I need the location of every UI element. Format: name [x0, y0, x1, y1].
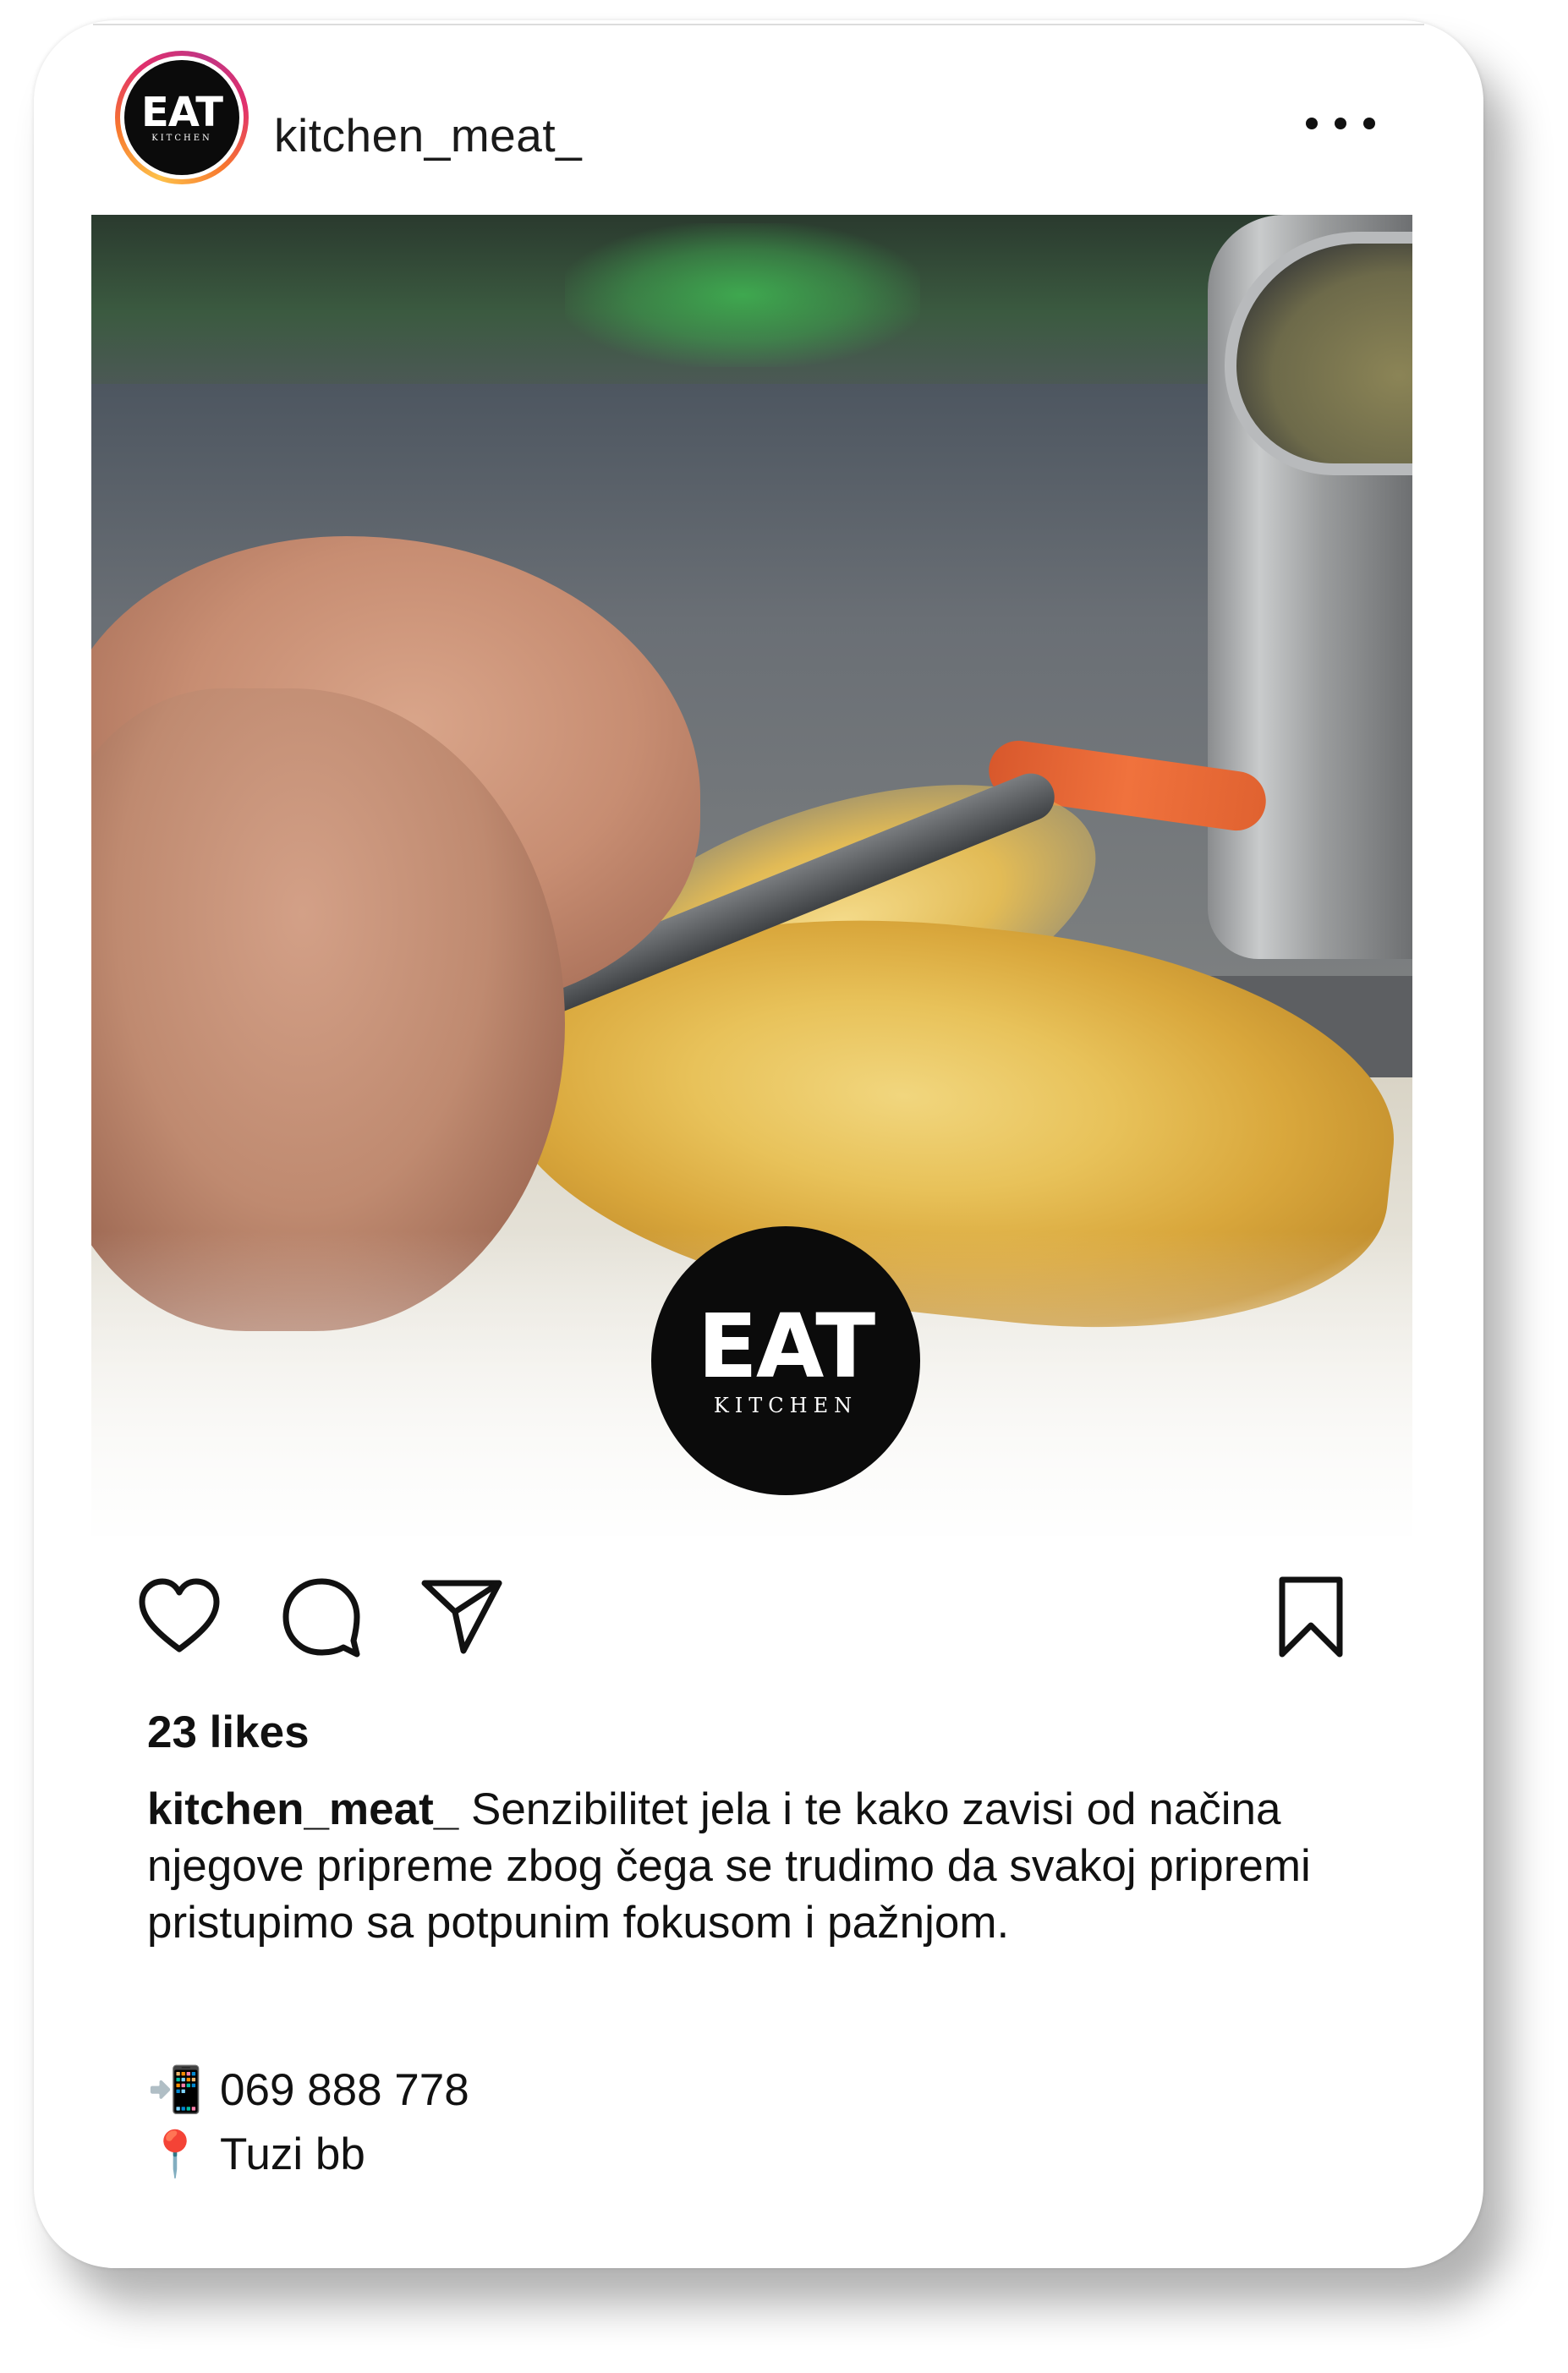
- page: EAT KITCHEN kitchen_meat_ EAT KITCHEN 23…: [0, 0, 1568, 2373]
- image-logo-badge: EAT KITCHEN: [651, 1226, 920, 1495]
- instagram-post-card: EAT KITCHEN kitchen_meat_ EAT KITCHEN 23…: [34, 20, 1483, 2268]
- avatar-logo-sub: KITCHEN: [151, 133, 212, 143]
- caption-username[interactable]: kitchen_meat_: [147, 1784, 458, 1834]
- post-username[interactable]: kitchen_meat_: [274, 108, 582, 162]
- story-ring[interactable]: EAT KITCHEN: [115, 51, 249, 184]
- contact-info: 📲 069 888 778 📍 Tuzi bb: [147, 2058, 1162, 2187]
- paper-plane-icon[interactable]: [419, 1575, 504, 1659]
- address-line: 📍 Tuzi bb: [147, 2123, 1162, 2187]
- more-options-icon[interactable]: [1306, 115, 1375, 132]
- address-text: Tuzi bb: [220, 2129, 365, 2179]
- avatar[interactable]: EAT KITCHEN: [124, 60, 239, 175]
- image-logo-word: EAT: [697, 1295, 875, 1398]
- avatar-logo-word: EAT: [141, 88, 223, 136]
- likes-count[interactable]: 23 likes: [147, 1707, 310, 1758]
- post-caption: kitchen_meat_ Senzibilitet jela i te kak…: [147, 1781, 1348, 1951]
- mobile-phone-icon: 📲: [147, 2065, 203, 2115]
- image-logo-sub: KITCHEN: [713, 1394, 858, 1417]
- location-pin-icon: 📍: [147, 2129, 203, 2179]
- post-image[interactable]: EAT KITCHEN: [91, 215, 1412, 1536]
- speech-bubble-icon[interactable]: [279, 1575, 364, 1659]
- phone-line: 📲 069 888 778: [147, 2058, 1162, 2123]
- post-header: EAT KITCHEN kitchen_meat_: [34, 20, 1483, 215]
- post-actions: [34, 1568, 1483, 1669]
- phone-number: 069 888 778: [220, 2065, 469, 2115]
- heart-icon[interactable]: [137, 1575, 222, 1659]
- bookmark-icon[interactable]: [1269, 1575, 1353, 1659]
